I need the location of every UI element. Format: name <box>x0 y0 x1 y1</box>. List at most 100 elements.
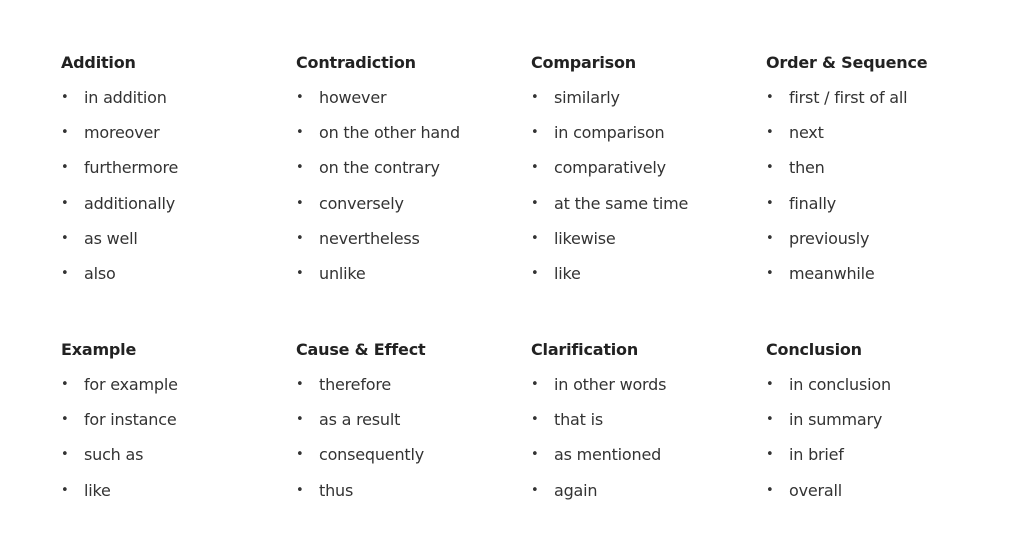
list-item-text: like <box>554 263 581 283</box>
word-group-conclusion: Conclusion • in conclusion • in summary … <box>766 339 1001 515</box>
word-group-cause-and-effect: Cause & Effect • therefore • as a result… <box>296 339 531 515</box>
bullet-icon: • <box>61 195 69 211</box>
word-group-contradiction: Contradiction • however • on the other h… <box>296 52 531 339</box>
bullet-icon: • <box>61 412 69 428</box>
list-item: • therefore <box>296 374 531 409</box>
list-item-text: also <box>84 263 116 283</box>
bullet-icon: • <box>61 230 69 246</box>
bullet-icon: • <box>531 447 539 463</box>
list-item: • likewise <box>531 228 766 263</box>
word-group-clarification: Clarification • in other words • that is… <box>531 339 766 515</box>
group-title: Cause & Effect <box>296 340 426 359</box>
bullet-icon: • <box>296 447 304 463</box>
list-item-text: nevertheless <box>319 228 420 248</box>
bullet-icon: • <box>296 160 304 176</box>
list-item-text: similarly <box>554 88 620 107</box>
list-item-text: moreover <box>84 123 160 143</box>
bullet-icon: • <box>61 447 69 463</box>
list-item-text: as mentioned <box>554 445 662 465</box>
list-item-text: therefore <box>319 375 392 394</box>
list-item: • as well <box>61 228 296 263</box>
bullet-icon: • <box>61 265 69 281</box>
list-item: • on the contrary <box>296 157 531 192</box>
word-list: • in other words • that is • as mentione… <box>531 374 766 515</box>
list-item-text: additionally <box>84 193 175 213</box>
list-item-text: conversely <box>319 193 404 213</box>
list-item: • like <box>531 263 766 298</box>
list-item-text: likewise <box>554 228 616 248</box>
bullet-icon: • <box>531 230 539 246</box>
bullet-icon: • <box>296 125 304 141</box>
word-list: • therefore • as a result • consequently… <box>296 374 531 515</box>
list-item-text: on the other hand <box>319 123 460 143</box>
word-list: • however • on the other hand • on the c… <box>296 87 531 298</box>
bullet-icon: • <box>766 265 774 281</box>
list-item-text: in summary <box>789 410 883 430</box>
bullet-icon: • <box>531 377 539 392</box>
list-item-text: thus <box>319 480 354 500</box>
list-item: • meanwhile <box>766 263 1001 298</box>
word-list: • in conclusion • in summary • in brief … <box>766 374 1001 515</box>
list-item: • next <box>766 122 1001 157</box>
list-item: • in comparison <box>531 122 766 157</box>
list-item-text: that is <box>554 410 603 430</box>
list-item-text: finally <box>789 193 836 213</box>
bullet-icon: • <box>531 482 539 498</box>
list-item: • first / first of all <box>766 87 1001 122</box>
bullet-icon: • <box>296 482 304 498</box>
list-item-text: previously <box>789 228 870 248</box>
list-item-text: however <box>319 88 387 107</box>
bullet-icon: • <box>766 412 774 428</box>
word-group-example: Example • for example • for instance • s… <box>61 339 296 515</box>
word-list: • in addition • moreover • furthermore •… <box>61 87 296 298</box>
list-item: • thus <box>296 480 531 515</box>
list-item: • conversely <box>296 193 531 228</box>
transition-words-grid: Addition • in addition • moreover • furt… <box>61 52 1001 515</box>
list-item: • like <box>61 480 296 515</box>
list-item: • in addition <box>61 87 296 122</box>
list-item: • such as <box>61 444 296 479</box>
list-item-text: in addition <box>84 88 167 107</box>
list-item-text: at the same time <box>554 193 689 213</box>
list-item-text: unlike <box>319 263 366 283</box>
list-item: • again <box>531 480 766 515</box>
list-item-text: on the contrary <box>319 158 440 178</box>
bullet-icon: • <box>531 412 539 428</box>
list-item: • moreover <box>61 122 296 157</box>
list-item: • comparatively <box>531 157 766 192</box>
bullet-icon: • <box>766 482 774 498</box>
bullet-icon: • <box>766 160 774 176</box>
list-item-text: as a result <box>319 410 401 430</box>
list-item-text: in brief <box>789 445 844 465</box>
bullet-icon: • <box>766 447 774 463</box>
bullet-icon: • <box>296 230 304 246</box>
list-item: • in conclusion <box>766 374 1001 409</box>
group-title: Example <box>61 340 137 359</box>
word-list: • similarly • in comparison • comparativ… <box>531 87 766 298</box>
list-item-text: first / first of all <box>789 88 908 107</box>
list-item: • in summary <box>766 409 1001 444</box>
list-item: • in brief <box>766 444 1001 479</box>
list-item: • consequently <box>296 444 531 479</box>
list-item-text: next <box>789 123 824 143</box>
list-item: • at the same time <box>531 193 766 228</box>
word-group-comparison: Comparison • similarly • in comparison •… <box>531 52 766 339</box>
group-title: Clarification <box>531 340 639 359</box>
list-item-text: as well <box>84 228 138 248</box>
bullet-icon: • <box>61 377 69 392</box>
bullet-icon: • <box>296 265 304 281</box>
word-list: • for example • for instance • such as •… <box>61 374 296 515</box>
bullet-icon: • <box>61 160 69 176</box>
list-item: • however <box>296 87 531 122</box>
list-item-text: like <box>84 480 111 500</box>
bullet-icon: • <box>296 377 304 392</box>
list-item: • then <box>766 157 1001 192</box>
bullet-icon: • <box>531 160 539 176</box>
list-item-text: then <box>789 158 825 178</box>
list-item-text: such as <box>84 445 144 465</box>
list-item: • unlike <box>296 263 531 298</box>
list-item: • as mentioned <box>531 444 766 479</box>
list-item: • additionally <box>61 193 296 228</box>
bullet-icon: • <box>61 482 69 498</box>
list-item: • that is <box>531 409 766 444</box>
